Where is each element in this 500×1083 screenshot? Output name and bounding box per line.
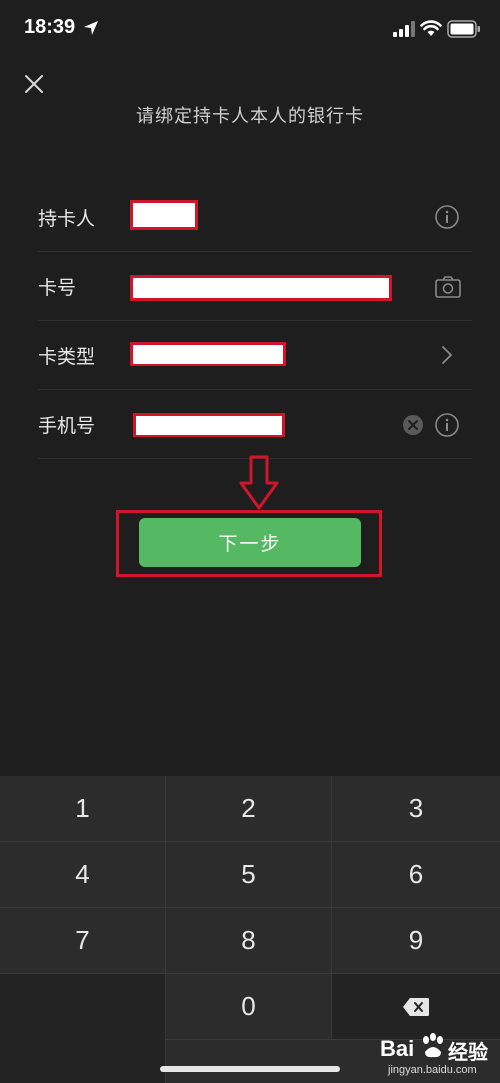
card-holder-input[interactable]: [133, 203, 195, 227]
card-holder-field-frame: [130, 200, 198, 230]
phone-field-frame: [133, 413, 285, 437]
key-3[interactable]: 3: [332, 776, 500, 842]
page-subtitle: 请绑定持卡人本人的银行卡: [136, 106, 364, 126]
key-1[interactable]: 1: [0, 776, 166, 842]
key-blank: [0, 974, 166, 1083]
close-icon[interactable]: [20, 70, 48, 98]
cellular-signal-icon: [393, 21, 415, 37]
status-time: 18:39: [24, 16, 76, 38]
key-2[interactable]: 2: [166, 776, 332, 842]
status-bar: 18:39: [0, 0, 500, 60]
backspace-icon: [403, 997, 429, 1016]
card-type-field-frame: [130, 342, 286, 366]
watermark-site: jingyan.baidu.com: [388, 1064, 477, 1076]
baidu-jingyan-watermark: Bai 经验 jingyan.baidu.com: [358, 1028, 498, 1080]
info-icon[interactable]: [434, 412, 460, 438]
home-indicator: [160, 1066, 340, 1072]
phone-label: 手机号: [38, 415, 96, 437]
row-card-holder: 持卡人: [38, 184, 472, 252]
next-step-button[interactable]: 下一步: [139, 518, 361, 567]
key-7[interactable]: 7: [0, 908, 166, 974]
card-type-input[interactable]: [133, 346, 283, 364]
key-6[interactable]: 6: [332, 842, 500, 908]
clear-icon[interactable]: [402, 414, 424, 436]
card-type-label: 卡类型: [38, 346, 96, 368]
watermark-brand: 经验: [448, 1040, 488, 1064]
row-phone: 手机号: [38, 391, 472, 459]
row-card-number: 卡号: [38, 253, 472, 321]
chevron-right-icon: [442, 346, 453, 364]
page-subtitle-container: 请绑定持卡人本人的银行卡: [0, 100, 500, 126]
battery-icon: [447, 20, 480, 38]
row-card-type[interactable]: 卡类型: [38, 322, 472, 390]
card-number-input[interactable]: [133, 278, 389, 298]
key-0[interactable]: 0: [166, 974, 332, 1040]
watermark-logo-text: Bai: [380, 1036, 415, 1061]
location-arrow-icon: [84, 21, 98, 35]
paw-logo-icon: [423, 1033, 443, 1058]
key-9[interactable]: 9: [332, 908, 500, 974]
phone-input[interactable]: [136, 417, 282, 435]
info-icon[interactable]: [434, 204, 460, 230]
annotation-arrow-icon: [239, 455, 279, 510]
wifi-icon: [420, 20, 442, 36]
key-4[interactable]: 4: [0, 842, 166, 908]
card-number-label: 卡号: [38, 277, 77, 299]
card-holder-label: 持卡人: [38, 208, 96, 230]
key-8[interactable]: 8: [166, 908, 332, 974]
key-5[interactable]: 5: [166, 842, 332, 908]
camera-icon[interactable]: [434, 275, 462, 299]
card-number-field-frame: [130, 275, 392, 301]
